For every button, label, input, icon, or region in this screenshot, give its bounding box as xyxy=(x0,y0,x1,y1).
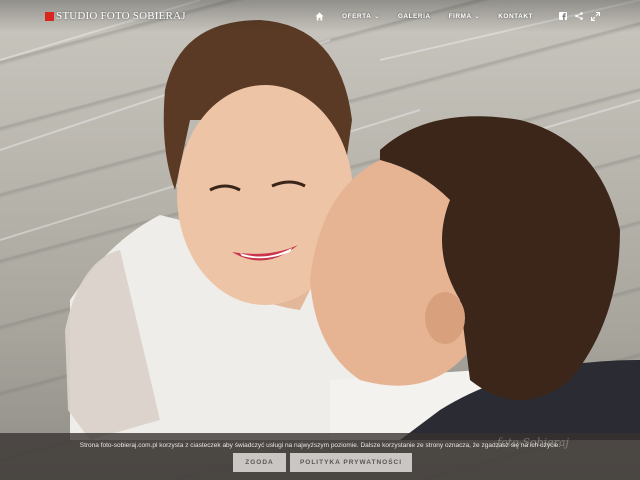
accept-cookies-button[interactable]: ZGODA xyxy=(233,453,286,472)
nav-home-link[interactable] xyxy=(315,11,324,21)
share-icon xyxy=(575,12,583,20)
hero-photo xyxy=(0,0,640,480)
main-nav: OFERTA ⌄ GALERIA FIRMA ⌄ KONTAKT xyxy=(297,9,600,23)
logo-text: STUDIO FOTO SOBIERAJ xyxy=(56,10,186,22)
share-button[interactable] xyxy=(575,12,583,20)
chevron-down-icon: ⌄ xyxy=(474,13,481,20)
nav-item-label: GALERIA xyxy=(397,12,431,20)
nav-item-kontakt[interactable]: KONTAKT xyxy=(498,13,533,20)
home-icon xyxy=(315,11,324,21)
nav-item-label: FIRMA xyxy=(448,12,472,20)
logo-mark xyxy=(45,11,54,21)
site-logo[interactable]: STUDIO FOTO SOBIERAJ xyxy=(45,9,186,23)
photographer-signature-watermark: foto-Sobieraj xyxy=(497,436,569,449)
nav-item-label: OFERTA xyxy=(342,12,372,20)
nav-item-oferta[interactable]: OFERTA ⌄ xyxy=(342,13,380,20)
privacy-policy-button[interactable]: POLITYKA PRYWATNOŚCI xyxy=(290,453,412,472)
nav-item-label: KONTAKT xyxy=(498,12,533,20)
hero-photo-illustration xyxy=(0,0,640,440)
top-navigation-bar: STUDIO FOTO SOBIERAJ OFERTA ⌄ GALERIA FI… xyxy=(0,0,640,32)
fullscreen-button[interactable] xyxy=(591,11,600,21)
facebook-button[interactable] xyxy=(559,12,567,20)
facebook-icon xyxy=(559,12,567,20)
chevron-down-icon: ⌄ xyxy=(374,13,380,20)
nav-item-galeria[interactable]: GALERIA xyxy=(398,13,431,20)
fullscreen-icon xyxy=(591,11,600,21)
nav-item-firma[interactable]: FIRMA ⌄ xyxy=(449,13,481,20)
social-icons xyxy=(551,11,600,21)
